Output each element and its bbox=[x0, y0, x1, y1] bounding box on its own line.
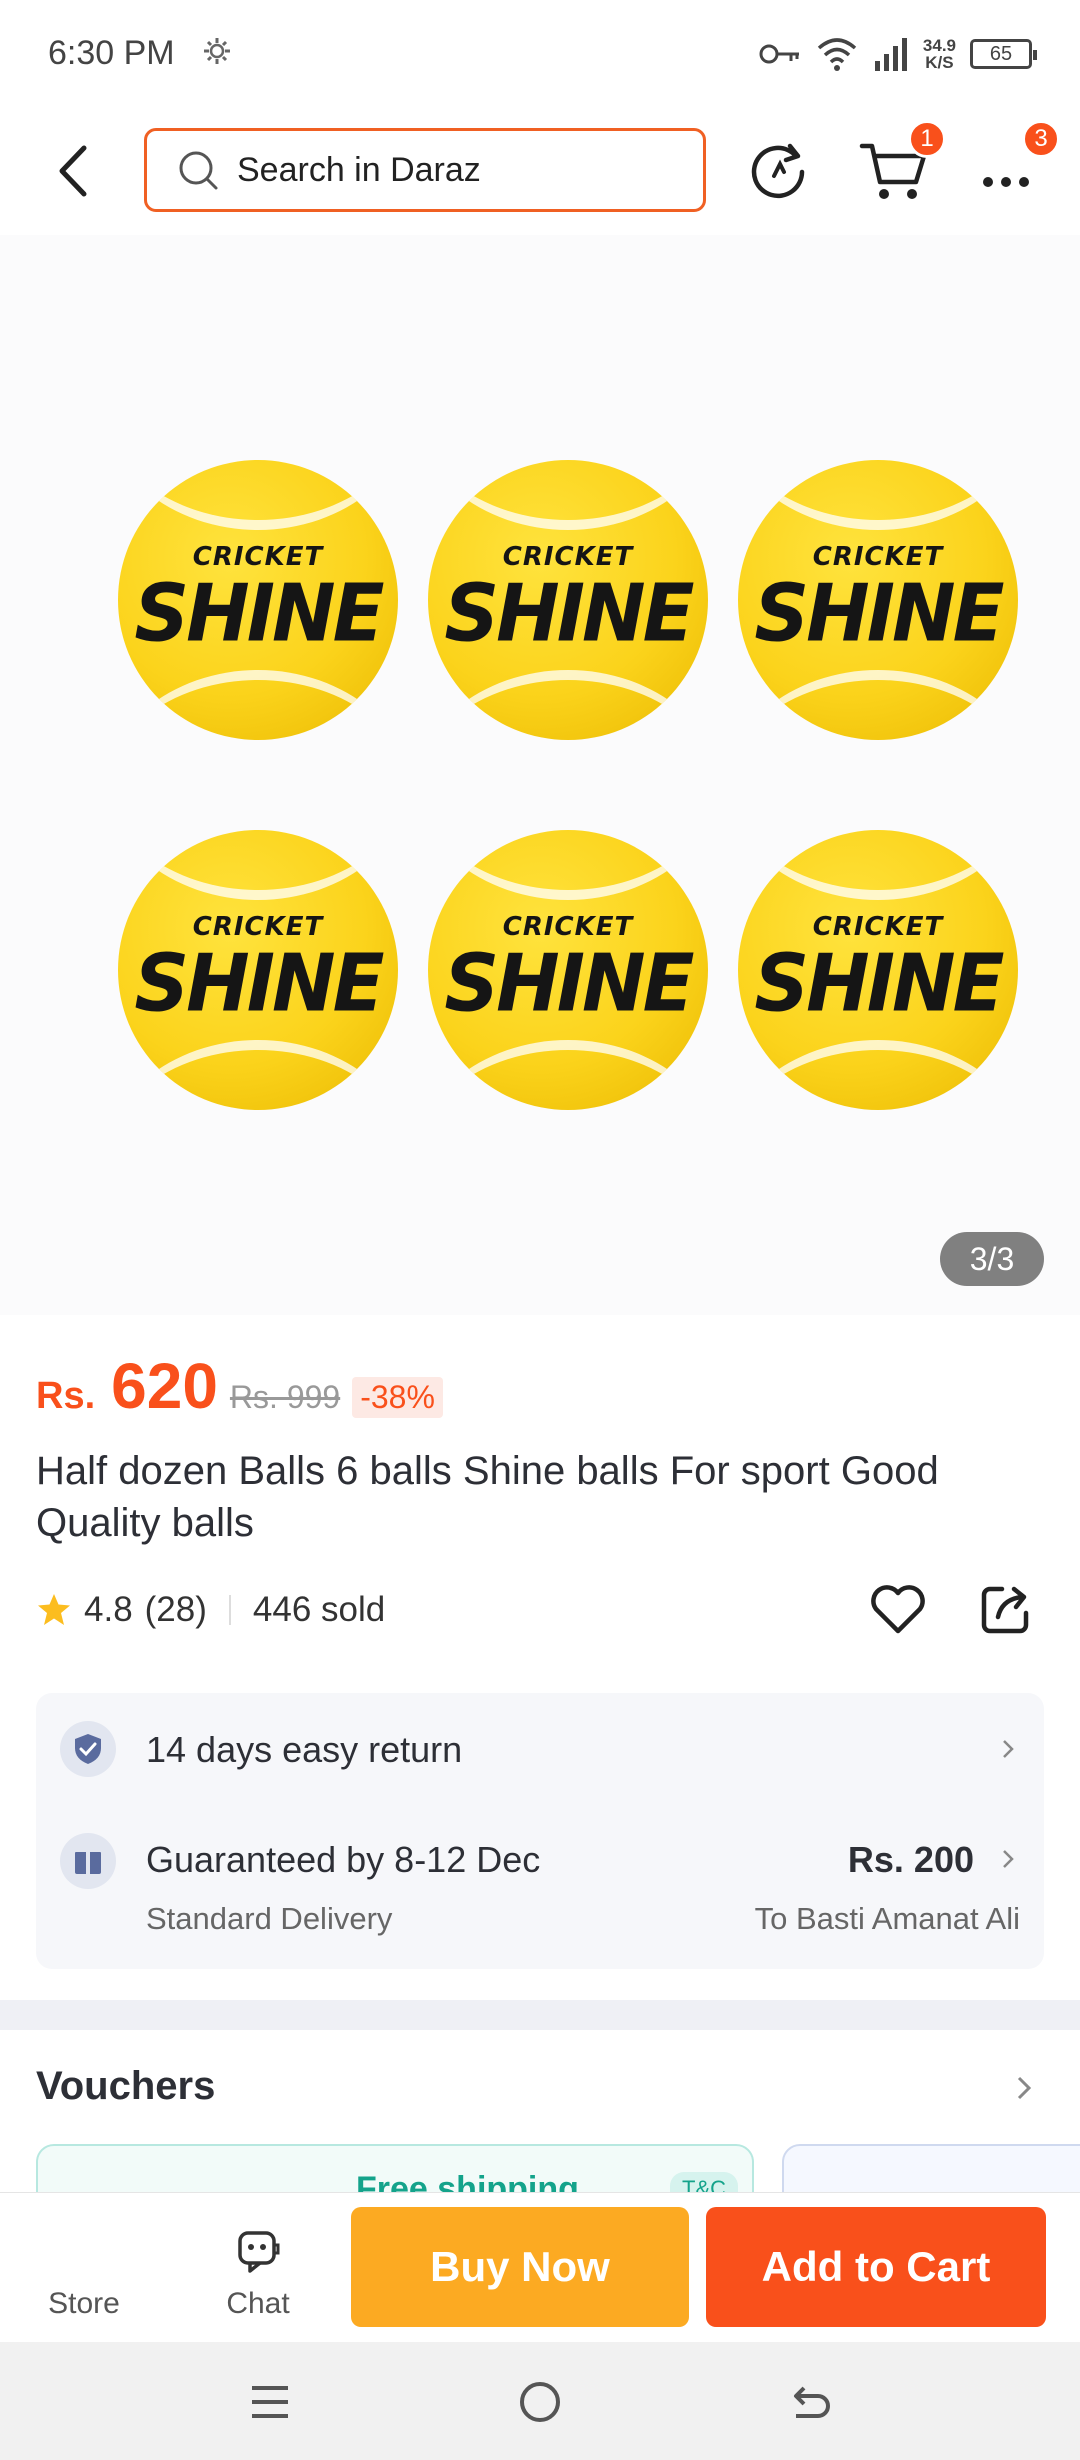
vouchers-title: Vouchers bbox=[36, 2064, 216, 2108]
ball-brand-big: SHINE bbox=[444, 565, 694, 660]
store-button[interactable]: Store bbox=[34, 2193, 134, 2343]
gear-icon bbox=[204, 38, 230, 64]
product-image: CRICKET SHINE CRICKET SHINE CRICKET SHINE C… bbox=[118, 460, 1018, 1110]
delivery-fee: Rs. 200 bbox=[847, 1839, 974, 1880]
chevron-right-icon bbox=[1003, 1850, 1014, 1868]
refresh-icon[interactable] bbox=[740, 132, 816, 208]
chat-label: Chat bbox=[226, 2287, 290, 2320]
ball-image: CRICKET SHINE bbox=[738, 830, 1018, 1110]
ball-image: CRICKET SHINE bbox=[738, 460, 1018, 740]
search-placeholder: Search in Daraz bbox=[237, 150, 481, 189]
ball-image: CRICKET SHINE bbox=[428, 830, 708, 1110]
store-label: Store bbox=[48, 2287, 120, 2320]
sold-count: 446 sold bbox=[252, 1590, 386, 1629]
more-badge: 3 bbox=[1022, 120, 1060, 158]
ball-brand-big: SHINE bbox=[444, 935, 694, 1030]
ball-image: CRICKET SHINE bbox=[428, 460, 708, 740]
delivery-text: Guaranteed by 8-12 Dec bbox=[146, 1839, 541, 1880]
more-button[interactable]: 3 bbox=[970, 120, 1060, 208]
chat-button[interactable]: Chat bbox=[208, 2193, 308, 2343]
rating-row[interactable]: 4.8 (28) 446 sold bbox=[36, 1583, 385, 1637]
price-row: Rs. 620 Rs. 999 -38% bbox=[36, 1349, 443, 1423]
price-currency: Rs. bbox=[36, 1375, 96, 1417]
search-icon bbox=[179, 151, 218, 190]
ball-image: CRICKET SHINE bbox=[118, 830, 398, 1110]
menu-icon[interactable] bbox=[242, 2374, 298, 2430]
top-navigation: Search in Daraz 1 3 bbox=[0, 110, 1080, 235]
battery-level: 65 bbox=[989, 42, 1013, 65]
rating-value: 4.8 bbox=[84, 1590, 133, 1629]
ball-image: CRICKET SHINE bbox=[118, 460, 398, 740]
ball-brand-big: SHINE bbox=[134, 565, 384, 660]
chevron-right-icon[interactable] bbox=[1010, 2074, 1038, 2102]
add-to-cart-button[interactable]: Add to Cart bbox=[706, 2207, 1046, 2327]
discount-badge: -38% bbox=[352, 1377, 443, 1418]
chevron-right-icon bbox=[1003, 1740, 1014, 1758]
status-indicators: 34.9 K/S 65 bbox=[759, 32, 1037, 76]
home-icon[interactable] bbox=[512, 2374, 568, 2430]
divider bbox=[228, 1595, 231, 1625]
network-speed-value: 34.9 bbox=[922, 36, 956, 55]
star-icon bbox=[38, 1594, 70, 1625]
battery-icon: 65 bbox=[970, 39, 1037, 69]
ball-brand-big: SHINE bbox=[754, 935, 1004, 1030]
heart-icon[interactable] bbox=[866, 1577, 930, 1641]
network-speed: 34.9 K/S bbox=[923, 37, 956, 71]
signal-icon bbox=[874, 38, 907, 71]
back-icon[interactable] bbox=[44, 136, 104, 206]
price-amount: 620 bbox=[111, 1350, 218, 1422]
status-time: 6:30 PM bbox=[48, 34, 175, 72]
gift-icon bbox=[60, 1833, 116, 1889]
wifi-icon bbox=[817, 38, 857, 71]
cart-button[interactable]: 1 bbox=[856, 120, 946, 208]
product-title: Half dozen Balls 6 balls Shine balls For… bbox=[36, 1449, 939, 1545]
product-image-gallery[interactable]: CRICKET SHINE CRICKET SHINE CRICKET SHINE C… bbox=[0, 235, 1080, 1315]
network-speed-unit: K/S bbox=[925, 53, 954, 72]
delivery-location: To Basti Amanat Ali bbox=[754, 1901, 1020, 1936]
original-price: Rs. 999 bbox=[229, 1379, 341, 1415]
service-panel: 14 days easy return Guaranteed by 8-12 D… bbox=[36, 1693, 1044, 1969]
system-navigation-bar bbox=[0, 2342, 1080, 2460]
delivery-type: Standard Delivery bbox=[146, 1901, 393, 1936]
rating-count: (28) bbox=[144, 1590, 207, 1629]
share-icon[interactable] bbox=[974, 1577, 1038, 1641]
shield-check-icon bbox=[60, 1721, 116, 1777]
status-bar: 6:30 PM 34.9 K/S 65 bbox=[0, 0, 1080, 110]
return-policy-text: 14 days easy return bbox=[146, 1729, 463, 1770]
chat-icon bbox=[238, 2231, 280, 2273]
search-input[interactable]: Search in Daraz bbox=[144, 128, 706, 212]
key-icon bbox=[759, 44, 799, 64]
product-info: Rs. 620 Rs. 999 -38% Half dozen Balls 6 … bbox=[0, 1315, 1080, 2000]
bottom-action-bar: Store Chat Buy Now Add to Cart bbox=[0, 2192, 1080, 2342]
cart-badge: 1 bbox=[908, 120, 946, 158]
ball-brand-big: SHINE bbox=[754, 565, 1004, 660]
back-nav-icon[interactable] bbox=[782, 2374, 838, 2430]
buy-now-button[interactable]: Buy Now bbox=[351, 2207, 689, 2327]
ball-brand-big: SHINE bbox=[134, 935, 384, 1030]
image-counter: 3/3 bbox=[940, 1232, 1044, 1286]
